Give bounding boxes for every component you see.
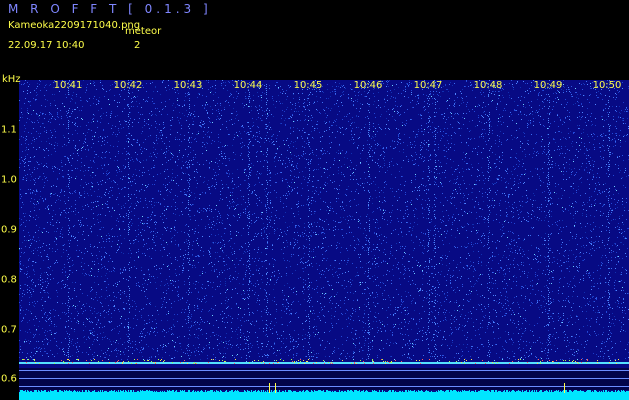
guide-line-2	[19, 378, 629, 379]
time-tick-1046: 10:46	[353, 80, 383, 91]
time-tick-1049: 10:49	[533, 80, 563, 91]
baseline-marker	[564, 383, 565, 393]
unit-label: kHz	[2, 74, 21, 85]
time-tick-1042: 10:42	[113, 80, 143, 91]
guide-line-1	[19, 370, 629, 371]
freq-tick-0-9: 0.9	[1, 224, 17, 236]
time-tick-1050: 10:50	[592, 80, 622, 91]
meteor-count: 2	[134, 40, 141, 51]
time-tick-1043: 10:43	[173, 80, 203, 91]
file-name: Kameoka2209171040.png	[8, 20, 141, 31]
timestamp: 22.09.17 10:40	[8, 40, 85, 51]
time-tick-1045: 10:45	[293, 80, 323, 91]
time-tick-1048: 10:48	[473, 80, 503, 91]
freq-tick-1-0: 1.0	[1, 174, 17, 186]
baseline-marker	[275, 383, 276, 393]
freq-tick-0-7: 0.7	[1, 324, 17, 336]
baseline-marker	[269, 383, 270, 393]
time-tick-1047: 10:47	[413, 80, 443, 91]
spectrogram-panel	[19, 80, 629, 400]
freq-tick-0-8: 0.8	[1, 274, 17, 286]
meteor-label: meteor	[125, 26, 162, 37]
app-title: M R O F F T [ 0.1.3 ]	[8, 2, 212, 16]
guide-line-3	[19, 386, 629, 387]
freq-tick-0-6: 0.6	[1, 373, 17, 385]
freq-tick-1-1: 1.1	[1, 124, 17, 136]
baseline-trace	[19, 393, 629, 400]
time-tick-1041: 10:41	[53, 80, 83, 91]
time-tick-1044: 10:44	[233, 80, 263, 91]
spectrogram-noise	[19, 80, 629, 400]
